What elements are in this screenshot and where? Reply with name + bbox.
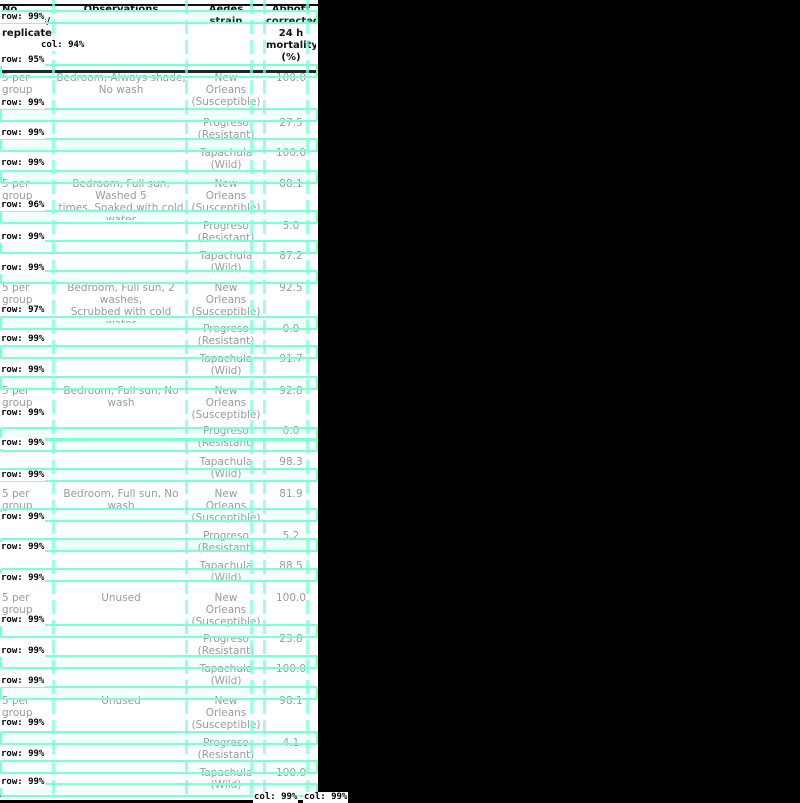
row-band <box>0 468 318 482</box>
row-band <box>0 568 318 582</box>
row-band <box>0 10 318 24</box>
row-band <box>0 108 318 122</box>
row-confidence-label: row: 99% <box>0 512 46 523</box>
row-band <box>0 686 318 700</box>
row-observation: Bedroom, Full sun, No wash <box>63 385 179 409</box>
row-band <box>0 376 318 390</box>
row-confidence-label: row: 99% <box>0 408 46 419</box>
col-confidence-label: col: 99% <box>303 792 349 803</box>
row-confidence-label: row: 99% <box>0 542 46 553</box>
row-confidence-label: row: 99% <box>0 676 46 687</box>
row-band <box>0 438 318 452</box>
row-band <box>0 508 318 522</box>
row-band <box>0 731 318 745</box>
row-confidence-label: row: 99% <box>0 749 46 760</box>
row-band <box>0 760 318 774</box>
row-confidence-label: row: 99% <box>0 158 46 169</box>
row-confidence-label: row: 99% <box>0 646 46 657</box>
row-confidence-label: row: 96% <box>0 200 46 211</box>
row-confidence-label: row: 99% <box>0 232 46 243</box>
row-confidence-label: row: 99% <box>0 470 46 481</box>
col-confidence-label: col: 94% <box>40 40 86 51</box>
row-confidence-label: row: 99% <box>0 573 46 584</box>
row-band <box>0 538 318 552</box>
row-band <box>0 210 318 224</box>
row-band <box>0 240 318 254</box>
row-band <box>0 270 318 284</box>
row-confidence-label: row: 99% <box>0 263 46 274</box>
row-confidence-label: row: 99% <box>0 12 46 23</box>
row-band <box>0 316 318 330</box>
col-confidence-label: col: 99% <box>253 792 299 803</box>
row-confidence-label: row: 99% <box>0 365 46 376</box>
row-band <box>0 138 318 152</box>
row-band <box>0 624 318 638</box>
row-confidence-label: row: 99% <box>0 128 46 139</box>
row-confidence-label: row: 99% <box>0 438 46 449</box>
row-band <box>0 170 318 184</box>
row-band <box>0 345 318 359</box>
row-band <box>0 655 318 669</box>
row-confidence-label: row: 99% <box>0 334 46 345</box>
row-band <box>0 64 318 78</box>
row-confidence-label: row: 97% <box>0 305 46 316</box>
row-confidence-label: row: 95% <box>0 55 46 66</box>
row-confidence-label: row: 99% <box>0 718 46 729</box>
row-confidence-label: row: 99% <box>0 615 46 626</box>
row-confidence-label: row: 99% <box>0 98 46 109</box>
row-confidence-label: row: 99% <box>0 777 46 788</box>
row-no-females: 5 per group <box>2 385 33 409</box>
